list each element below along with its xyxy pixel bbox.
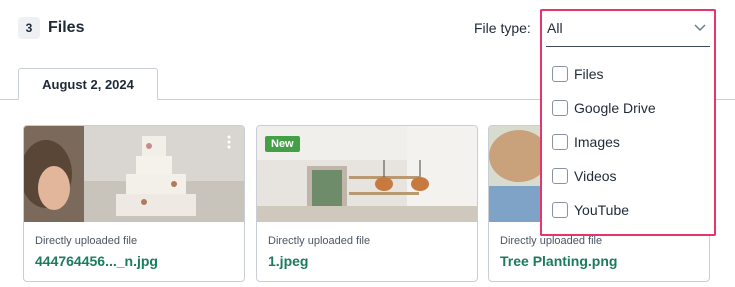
filter-option-files[interactable]: Files — [552, 64, 604, 84]
file-source: Directly uploaded file — [500, 235, 603, 247]
chevron-down-icon — [694, 24, 706, 32]
filter-option-youtube[interactable]: YouTube — [552, 200, 629, 220]
new-badge: New — [265, 136, 300, 152]
checkbox[interactable] — [552, 202, 568, 218]
file-type-dropdown: Files Google Drive Images Videos YouTube — [540, 47, 716, 236]
file-source: Directly uploaded file — [35, 235, 138, 247]
more-vertical-icon[interactable] — [227, 135, 231, 149]
file-thumbnail — [24, 126, 244, 222]
filter-option-videos[interactable]: Videos — [552, 166, 617, 186]
checkbox[interactable] — [552, 100, 568, 116]
file-card[interactable]: New Directly uploaded file 1.jpeg — [256, 125, 478, 282]
file-name-link[interactable]: Tree Planting.png — [500, 253, 617, 269]
file-name-link[interactable]: 1.jpeg — [268, 253, 308, 269]
file-type-selected-value: All — [547, 20, 563, 36]
filter-option-google-drive[interactable]: Google Drive — [552, 98, 656, 118]
file-type-select[interactable]: All — [540, 9, 716, 47]
checkbox[interactable] — [552, 168, 568, 184]
filter-option-label: Videos — [574, 168, 617, 184]
file-source: Directly uploaded file — [268, 235, 371, 247]
file-count-badge: 3 — [18, 17, 40, 39]
filter-option-label: Files — [574, 66, 604, 82]
file-name-link[interactable]: 444764456..._n.jpg — [35, 253, 158, 269]
tab-august-2-2024[interactable]: August 2, 2024 — [18, 68, 158, 100]
filter-option-label: YouTube — [574, 202, 630, 218]
file-type-label: File type: — [474, 20, 531, 36]
checkbox[interactable] — [552, 66, 568, 82]
file-card[interactable]: Directly uploaded file 444764456..._n.jp… — [23, 125, 245, 282]
checkbox[interactable] — [552, 134, 568, 150]
filter-option-images[interactable]: Images — [552, 132, 620, 152]
filter-option-label: Google Drive — [574, 100, 656, 116]
filter-option-label: Images — [574, 134, 620, 150]
page-title: Files — [48, 19, 85, 36]
